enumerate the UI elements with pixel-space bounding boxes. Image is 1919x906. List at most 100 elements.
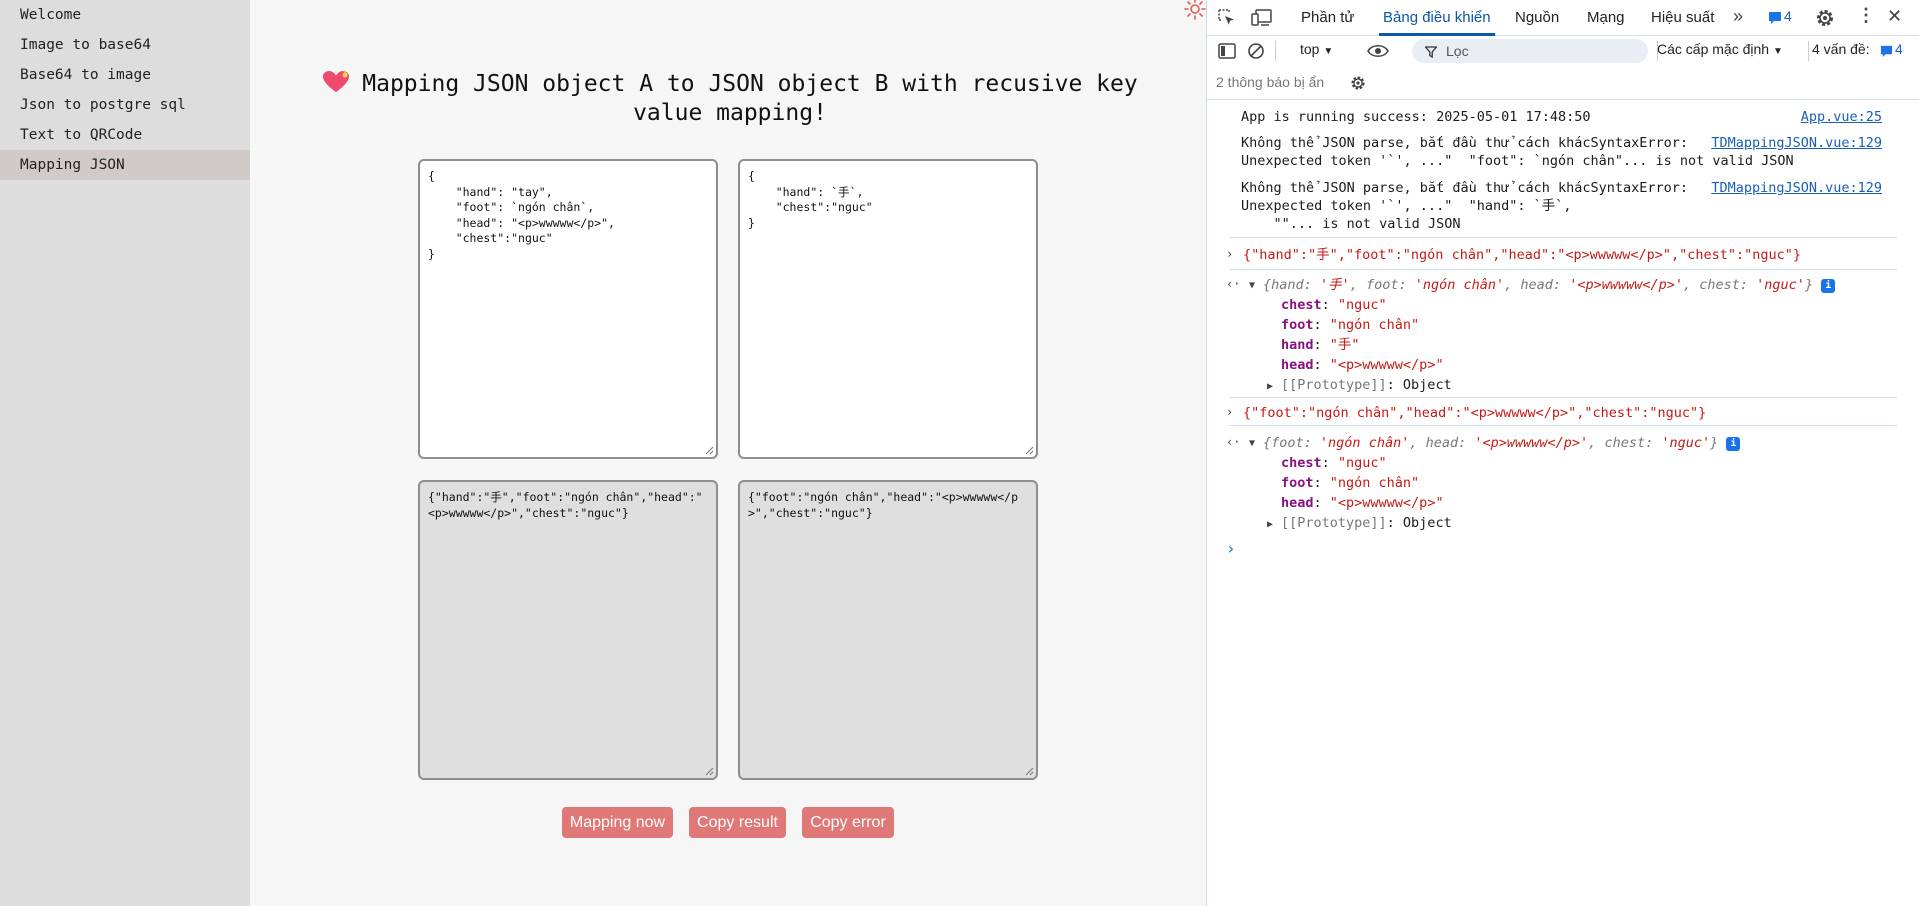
messages-count: 4 xyxy=(1784,8,1792,24)
preview-value: '<p>wwwww</p>' xyxy=(1569,277,1683,293)
info-icon[interactable]: i xyxy=(1726,437,1741,451)
console-error-line: Không thể JSON parse, bắt đầu thử cách k… xyxy=(1241,180,1689,196)
resize-grip-icon[interactable] xyxy=(705,767,714,776)
chevron-down-icon: ▼ xyxy=(1772,46,1783,57)
object-property: foot: "ngón chân" xyxy=(1281,475,1420,491)
prototype-row[interactable]: [[Prototype]]: Object xyxy=(1281,376,1452,394)
object-property: chest: "nguc" xyxy=(1281,455,1387,471)
console-error-line: Không thể JSON parse, bắt đầu thử cách k… xyxy=(1241,135,1689,151)
preview-key: hand xyxy=(1271,277,1304,293)
devtools-panel: Phần tử Bảng điều khiển Nguồn Mạng Hiệu … xyxy=(1206,0,1919,906)
preview-value: 'ngón chân' xyxy=(1414,277,1505,293)
tab-elements[interactable]: Phần tử xyxy=(1301,0,1354,36)
console-prompt-icon[interactable]: › xyxy=(1226,540,1236,558)
hidden-messages-label: 2 thông báo bị ẩn xyxy=(1216,74,1325,90)
page-title-text: Mapping JSON object A to JSON object B w… xyxy=(362,71,1138,126)
sidebar-item-json-to-postgre-sql[interactable]: Json to postgre sql xyxy=(0,90,250,120)
issues-message-icon xyxy=(1880,45,1893,58)
sidebar-item-text-to-qrcode[interactable]: Text to QRCode xyxy=(0,120,250,150)
preview-key: chest xyxy=(1699,277,1740,293)
log-levels-dropdown[interactable]: Các cấp mặc định ▼ xyxy=(1657,41,1783,57)
object-preview[interactable]: {foot: 'ngón chân', head: '<p>wwwww</p>'… xyxy=(1263,434,1741,452)
context-selector-label: top xyxy=(1300,41,1320,57)
expand-triangle-icon[interactable]: ▼ xyxy=(1249,435,1255,453)
resize-grip-icon[interactable] xyxy=(1025,446,1034,455)
console-separator xyxy=(1229,397,1897,398)
context-selector[interactable]: top ▼ xyxy=(1300,41,1333,57)
source-link[interactable]: App.vue:25 xyxy=(1801,108,1882,126)
preview-key: foot xyxy=(1365,277,1399,293)
log-levels-label: Các cấp mặc định xyxy=(1657,41,1770,57)
resize-grip-icon[interactable] xyxy=(705,446,714,455)
object-preview[interactable]: {hand: '手', foot: 'ngón chân', head: '<p… xyxy=(1263,276,1836,294)
object-property: head: "<p>wwwww</p>" xyxy=(1281,495,1444,511)
main-content: Mapping JSON object A to JSON object B w… xyxy=(250,0,1206,906)
result-a-output[interactable]: {"hand":"手","foot":"ngón chân","head":"<… xyxy=(418,480,718,780)
brace: { xyxy=(1263,277,1272,293)
chevron-right-icon[interactable]: › xyxy=(1226,403,1233,421)
issues-button[interactable]: 4 vấn đề: xyxy=(1812,41,1870,57)
close-devtools-icon[interactable]: ✕ xyxy=(1887,6,1902,27)
sidebar-item-mapping-json[interactable]: Mapping JSON xyxy=(0,150,250,180)
result-b-output[interactable]: {"foot":"ngón chân","head":"<p>wwwww</p>… xyxy=(738,480,1038,780)
tab-performance[interactable]: Hiệu suất xyxy=(1651,0,1714,36)
tab-sources[interactable]: Nguồn xyxy=(1515,0,1559,36)
resize-grip-icon[interactable] xyxy=(1025,767,1034,776)
console-output-string: {"foot":"ngón chân","head":"<p>wwwww</p>… xyxy=(1243,405,1707,421)
console-output-string: {"hand":"手","foot":"ngón chân","head":"<… xyxy=(1243,247,1802,263)
sidebar-item-welcome[interactable]: Welcome xyxy=(0,0,250,30)
return-value-icon: ‹· xyxy=(1226,277,1241,291)
mapping-now-button[interactable]: Mapping now xyxy=(562,807,673,838)
console-error-line: Unexpected token '`', ..." "hand": `手`, xyxy=(1241,198,1572,214)
heart-icon xyxy=(323,70,350,92)
sidebar: Welcome Image to base64 Base64 to image … xyxy=(0,0,250,906)
more-tabs-icon[interactable]: » xyxy=(1733,6,1743,27)
json-a-input[interactable]: { "hand": "tay", "foot": `ngón chân`, "h… xyxy=(418,159,718,459)
sidebar-toggle-icon[interactable] xyxy=(1218,42,1236,60)
inspect-element-icon[interactable] xyxy=(1217,8,1237,28)
source-link[interactable]: TDMappingJSON.vue:129 xyxy=(1711,134,1882,152)
more-options-icon[interactable]: ⋮ xyxy=(1857,5,1875,26)
live-expression-eye-icon[interactable] xyxy=(1367,43,1389,59)
device-toolbar-icon[interactable] xyxy=(1251,8,1273,28)
object-property: chest: "nguc" xyxy=(1281,297,1387,313)
console-settings-gear-icon[interactable] xyxy=(1349,74,1367,92)
console-error-line: ""... is not valid JSON xyxy=(1241,216,1461,232)
prototype-row[interactable]: [[Prototype]]: Object xyxy=(1281,514,1452,532)
clear-console-icon[interactable] xyxy=(1247,42,1265,60)
copy-error-button[interactable]: Copy error xyxy=(802,807,894,838)
console-separator xyxy=(1229,269,1897,270)
console-filter-input[interactable]: Lọc xyxy=(1412,39,1648,63)
brace: } xyxy=(1804,277,1814,293)
preview-value: '手' xyxy=(1319,277,1350,293)
console-separator xyxy=(1229,237,1897,238)
chevron-down-icon: ▼ xyxy=(1323,46,1334,57)
expand-triangle-icon[interactable]: ▶ xyxy=(1267,516,1273,534)
sidebar-item-image-to-base64[interactable]: Image to base64 xyxy=(0,30,250,60)
issues-label: 4 vấn đề: xyxy=(1812,41,1870,57)
hidden-messages-row: 2 thông báo bị ẩn xyxy=(1207,66,1919,100)
console-separator xyxy=(1229,425,1897,426)
page-title: Mapping JSON object A to JSON object B w… xyxy=(290,70,1170,128)
filter-funnel-icon xyxy=(1425,46,1437,58)
messages-icon[interactable] xyxy=(1768,11,1782,25)
info-icon[interactable]: i xyxy=(1821,279,1836,293)
settings-gear-icon[interactable] xyxy=(1814,7,1836,29)
chevron-right-icon[interactable]: › xyxy=(1226,245,1233,263)
json-b-input[interactable]: { "hand": `手`, "chest":"nguc" } xyxy=(738,159,1038,459)
expand-triangle-icon[interactable]: ▶ xyxy=(1267,378,1273,396)
source-link[interactable]: TDMappingJSON.vue:129 xyxy=(1711,179,1882,197)
issues-count: 4 xyxy=(1895,41,1903,57)
sidebar-item-base64-to-image[interactable]: Base64 to image xyxy=(0,60,250,90)
return-value-icon: ‹· xyxy=(1226,435,1241,449)
object-property: foot: "ngón chân" xyxy=(1281,317,1420,333)
tab-network[interactable]: Mạng xyxy=(1587,0,1625,36)
copy-result-button[interactable]: Copy result xyxy=(689,807,786,838)
console-error-line: Unexpected token '`', ..." "foot": `ngón… xyxy=(1241,153,1794,169)
object-property: head: "<p>wwwww</p>" xyxy=(1281,357,1444,373)
toolbar-divider xyxy=(1275,41,1276,61)
toolbar-divider xyxy=(1808,41,1809,61)
tab-console[interactable]: Bảng điều khiển xyxy=(1379,0,1495,36)
expand-triangle-icon[interactable]: ▼ xyxy=(1249,277,1255,295)
theme-toggle-icon[interactable] xyxy=(1184,0,1206,20)
